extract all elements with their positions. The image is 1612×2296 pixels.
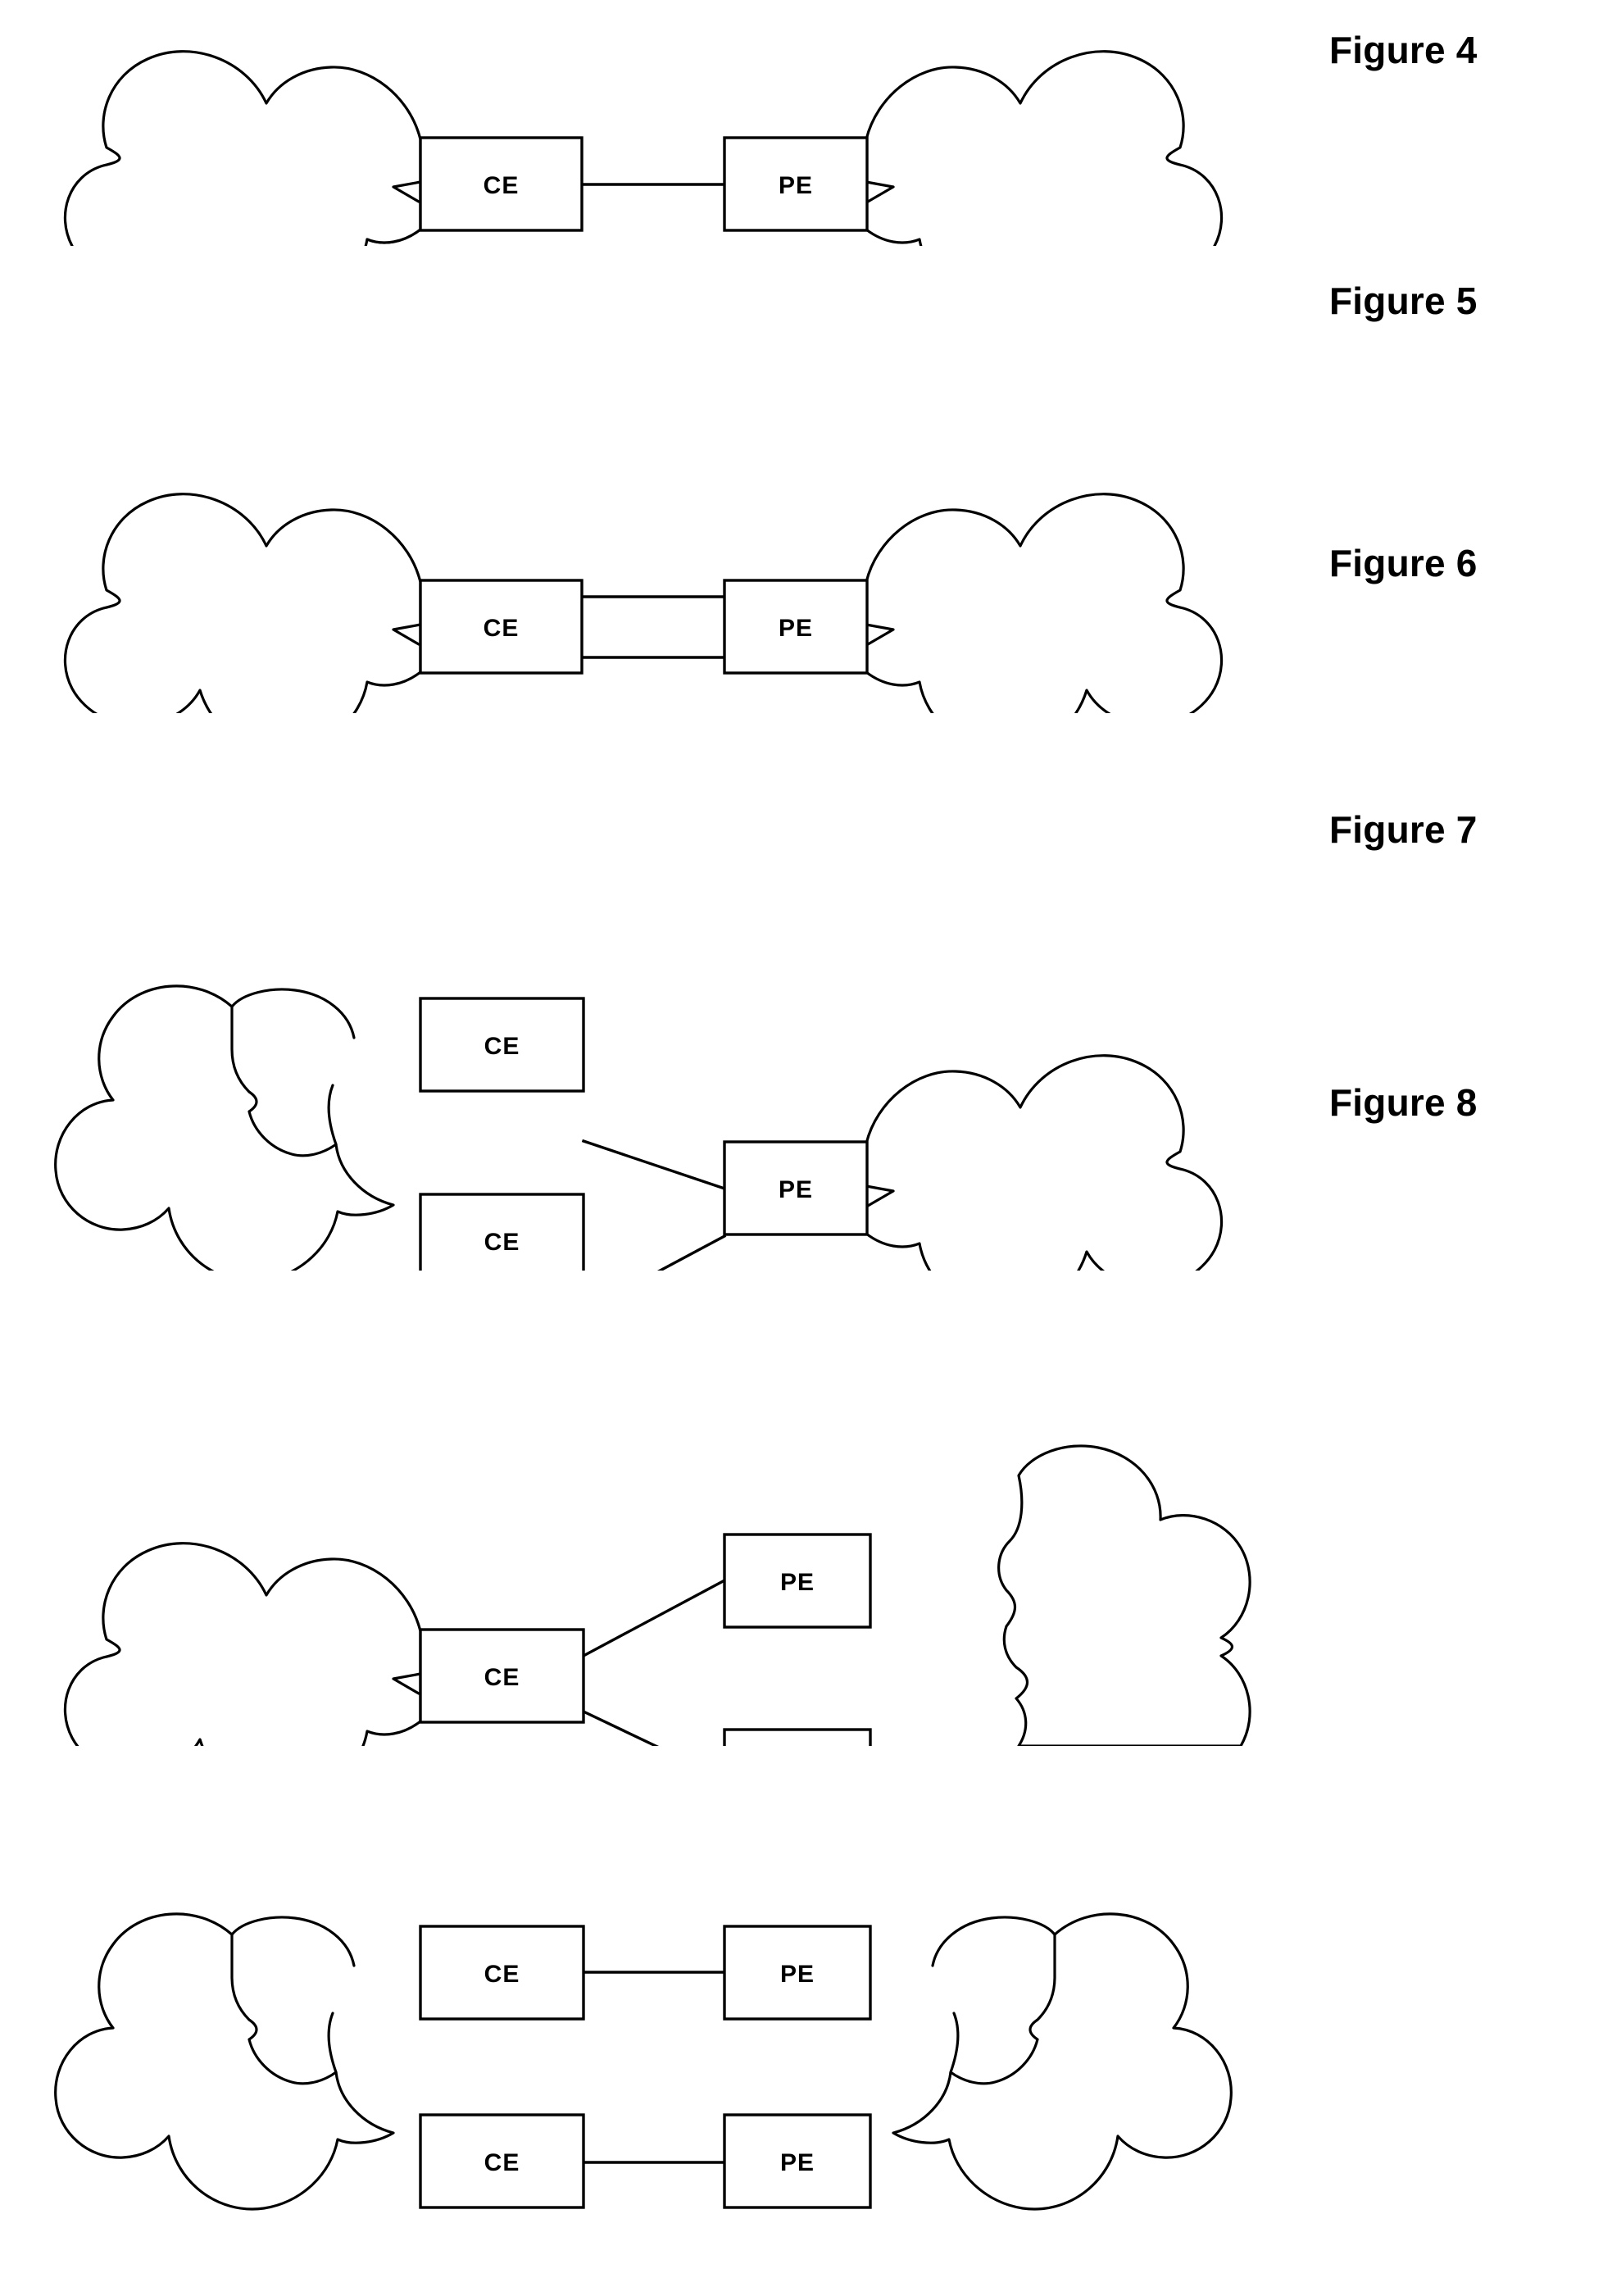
provider-network-cloud <box>997 1444 1251 1746</box>
figure-6-block: CE CE PE <box>0 926 1278 1271</box>
pe-node-label: PE <box>780 2149 815 2176</box>
figure-8-drawing: CE CE PE PE <box>54 1912 1233 2211</box>
pe-node-2[interactable]: PE <box>723 1728 872 1746</box>
figure-8-block: CE CE PE PE <box>0 1877 1278 2287</box>
ce-node-label: CE <box>484 1033 520 1060</box>
ce-node-label: CE <box>484 1961 520 1988</box>
figure-6-drawing: CE CE PE <box>54 984 1224 1271</box>
pe-node-1[interactable]: PE <box>723 1925 872 2021</box>
pe-node-label: PE <box>780 1961 815 1988</box>
figure-6-label: Figure 6 <box>1329 542 1478 584</box>
ce-node-1[interactable]: CE <box>419 579 583 675</box>
figure-4-drawing: CE PE <box>63 50 1224 246</box>
attachment-circuit-ce2-pe1 <box>656 1234 727 1271</box>
ce-node-label: CE <box>484 1664 520 1691</box>
pe-node-label: PE <box>780 1569 815 1596</box>
pe-node-label: PE <box>779 615 813 642</box>
attachment-circuit-ce1-pe2 <box>581 1709 660 1746</box>
figure-7-drawing: CE PE PE <box>63 1444 1251 1746</box>
pe-node-label: PE <box>779 1176 813 1203</box>
cloud-edge-top-ce <box>230 988 356 1039</box>
figure-5-block: CE PE <box>0 443 1278 713</box>
ce-node-2[interactable]: CE <box>419 1193 585 1271</box>
ce-node-1[interactable]: CE <box>419 1628 585 1724</box>
pe-node-1[interactable]: PE <box>723 1533 872 1629</box>
ce-node-1[interactable]: CE <box>419 997 585 1093</box>
ce-node-1[interactable]: CE <box>419 136 583 232</box>
pe-node-1[interactable]: PE <box>723 136 869 232</box>
ce-node-label: CE <box>484 2149 520 2176</box>
figure-4-label: Figure 4 <box>1329 29 1478 71</box>
figure-8-label: Figure 8 <box>1329 1081 1478 1124</box>
customer-network-cloud <box>63 1542 422 1746</box>
provider-network-cloud <box>865 1054 1224 1271</box>
attachment-circuit-ce1-pe1 <box>581 1139 727 1191</box>
ce-node-label: CE <box>484 1229 520 1256</box>
pe-node-1[interactable]: PE <box>723 579 869 675</box>
provider-network-cloud <box>865 50 1224 246</box>
ce-node-label: CE <box>484 615 520 642</box>
patent-figure-sheet: CE PE Figure 4 CE PE Figure 5 CE CE PE F… <box>0 0 1612 2296</box>
attachment-circuit-ce1-pe1 <box>581 1578 727 1658</box>
figure-5-label: Figure 5 <box>1329 280 1478 322</box>
pe-node-2[interactable]: PE <box>723 2113 872 2209</box>
provider-network-cloud <box>865 493 1224 713</box>
cloud-edge-top-ce <box>230 1916 356 1967</box>
figure-4-block: CE PE <box>0 0 1278 246</box>
pe-node-1[interactable]: PE <box>723 1140 869 1236</box>
customer-network-cloud <box>63 493 422 713</box>
ce-node-1[interactable]: CE <box>419 1925 585 2021</box>
cloud-cusp-between-ce <box>327 1084 338 1146</box>
figure-5-drawing: CE PE <box>63 493 1224 713</box>
ce-node-2[interactable]: CE <box>419 2113 585 2209</box>
cloud-cusp-between-ce <box>327 2012 338 2074</box>
pe-node-label: PE <box>779 172 813 199</box>
figure-7-block: CE PE PE <box>0 1385 1278 1746</box>
figure-7-label: Figure 7 <box>1329 808 1478 851</box>
customer-network-cloud <box>63 50 422 246</box>
cloud-edge-top-pe <box>931 1916 1056 1967</box>
ce-node-label: CE <box>484 172 520 199</box>
cloud-cusp-between-pe <box>949 2012 960 2074</box>
